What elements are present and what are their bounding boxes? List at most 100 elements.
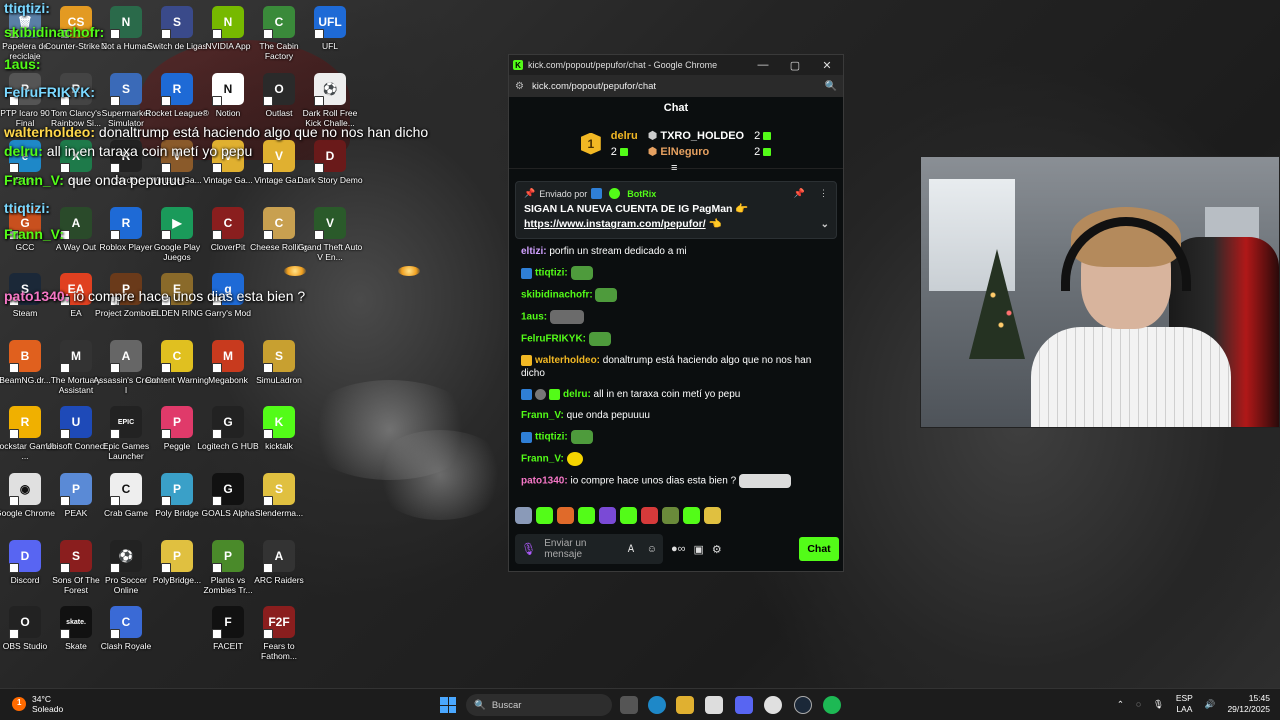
site-info-icon[interactable]: ⚙	[515, 81, 524, 92]
store-icon[interactable]	[705, 696, 723, 714]
emote-frog-icon	[595, 288, 618, 302]
emote-button[interactable]	[683, 507, 700, 524]
start-button-icon[interactable]	[440, 697, 456, 713]
chevron-up-icon[interactable]: ⌃	[1117, 699, 1124, 710]
emote-button[interactable]	[578, 507, 595, 524]
edge-icon[interactable]	[648, 696, 666, 714]
chat-username[interactable]: 1aus:	[521, 312, 547, 323]
emote-button[interactable]	[599, 507, 616, 524]
users-icon[interactable]: ●∞	[671, 543, 686, 555]
chat-message[interactable]: 1aus:	[521, 310, 831, 324]
chat-username[interactable]: ttiqtizi:	[535, 432, 568, 443]
chat-message[interactable]: skibidinachofr:	[521, 288, 831, 302]
app-icon: skate.	[60, 606, 92, 639]
unpin-icon[interactable]: 📌	[794, 188, 805, 199]
chat-message[interactable]: pato1340: io compre hace unos dias esta …	[521, 474, 831, 488]
chat-username[interactable]: skibidinachofr:	[521, 290, 593, 301]
overlay-chat-user: ttiqtizi:	[4, 0, 50, 16]
chat-input-placeholder[interactable]: Enviar un mensaje	[544, 538, 624, 560]
title-bar[interactable]: K kick.com/popout/pepufor/chat - Google …	[509, 55, 843, 75]
chat-username[interactable]: FelruFRIKYK:	[521, 334, 586, 345]
chat-username[interactable]: Frann_V:	[521, 454, 564, 465]
emote-button[interactable]	[536, 507, 553, 524]
webcam-tree-lights	[981, 277, 1021, 337]
language-indicator[interactable]: ESP LAA	[1176, 693, 1193, 715]
chat-username[interactable]: eltizi:	[521, 246, 547, 257]
chat-message-list[interactable]: eltizi: porfin un stream dedicado a mi tt…	[509, 245, 843, 488]
address-bar[interactable]: ⚙ kick.com/popout/pepufor/chat 🔍	[509, 75, 843, 97]
gift-icon[interactable]: ▣	[694, 543, 704, 556]
leader-third-name[interactable]: ElNeguro	[660, 146, 709, 158]
chat-message[interactable]: eltizi: porfin un stream dedicado a mi	[521, 245, 831, 258]
clock[interactable]: 15:45 29/12/2025	[1227, 693, 1270, 715]
chat-message[interactable]: walterholdeo: donaltrump está haciendo a…	[521, 354, 831, 380]
chat-username[interactable]: Frann_V:	[521, 410, 564, 421]
pinned-sender[interactable]: BotRix	[627, 189, 656, 199]
chat-message[interactable]: Frann_V:	[521, 452, 831, 466]
chat-username[interactable]: ttiqtizi:	[535, 268, 568, 279]
desktop-icon[interactable]: S SimuLadron	[246, 340, 312, 385]
close-button[interactable]: ✕	[811, 59, 843, 72]
mic-icon[interactable]: 🎙	[521, 542, 536, 556]
minimize-button[interactable]: —	[747, 59, 779, 72]
translate-icon[interactable]: Ꭺ	[628, 544, 635, 555]
chat-message[interactable]: delru: all in en taraxa coin metí yo pep…	[521, 388, 831, 401]
volume-icon[interactable]: 🔊	[1205, 699, 1216, 710]
emote-button[interactable]	[704, 507, 721, 524]
spotify-icon[interactable]	[823, 696, 841, 714]
desktop-icon[interactable]: D Dark Story Demo	[297, 140, 363, 185]
steam-icon[interactable]	[794, 696, 812, 714]
chevron-down-icon[interactable]: ⌄	[821, 217, 829, 232]
search-placeholder[interactable]: Buscar	[492, 700, 522, 711]
chat-username[interactable]: pato1340:	[521, 476, 568, 487]
pinned-link[interactable]: https://www.instagram.com/pepufor/	[524, 218, 706, 230]
send-chat-button[interactable]: Chat	[799, 537, 839, 561]
task-view-icon[interactable]	[620, 696, 638, 714]
chat-message[interactable]: Frann_V: que onda pepuuuu	[521, 409, 831, 422]
desktop-icon[interactable]: S Slenderma...	[246, 473, 312, 518]
pinned-message[interactable]: 📌 Enviado por BotRix 📌 ⋮ SIGAN LA NUEVA …	[515, 181, 837, 239]
grey-badge-icon	[535, 388, 546, 400]
desktop-icon[interactable]: A ARC Raiders	[246, 540, 312, 585]
chat-username[interactable]: walterholdeo:	[535, 355, 600, 366]
emote-button[interactable]	[515, 507, 532, 524]
desktop-icon[interactable]: C Clash Royale	[93, 606, 159, 651]
chat-message[interactable]: ttiqtizi:	[521, 430, 831, 444]
emote-button[interactable]	[662, 507, 679, 524]
desktop-icon[interactable]: F2F Fears to Fathom...	[246, 606, 312, 661]
file-explorer-icon[interactable]	[676, 696, 694, 714]
leader-first-name[interactable]: delru	[611, 130, 638, 142]
desktop-icon[interactable]: V Grand Theft Auto V En...	[297, 207, 363, 262]
network-icon[interactable]: ◌	[1136, 699, 1141, 709]
leader-second-name[interactable]: TXRO_HOLDEO	[660, 130, 744, 142]
verified-badge-icon	[609, 188, 621, 199]
emote-button[interactable]	[620, 507, 637, 524]
expand-leaderboard-icon[interactable]: ≡	[671, 162, 677, 174]
chat-message[interactable]: FelruFRIKYK:	[521, 332, 831, 346]
chat-input[interactable]: 🎙 Enviar un mensaje Ꭺ ☺	[515, 534, 663, 564]
taskbar-search[interactable]: 🔍 Buscar	[466, 694, 612, 716]
kick-badge-icon	[521, 431, 532, 443]
zoom-icon[interactable]: 🔍	[825, 81, 837, 92]
app-icon: C	[263, 207, 295, 240]
chat-username[interactable]: delru:	[563, 389, 591, 400]
emote-button[interactable]	[557, 507, 574, 524]
weather-widget[interactable]: 34°C Soleado	[12, 694, 63, 714]
rank-one-badge-icon: 1	[580, 132, 601, 155]
microphone-icon[interactable]: 🎙	[1153, 699, 1164, 710]
discord-icon[interactable]	[735, 696, 753, 714]
app-icon: P	[161, 406, 193, 439]
webcam-shirt	[1031, 327, 1231, 427]
chat-message[interactable]: ttiqtizi:	[521, 266, 831, 280]
maximize-button[interactable]: ▢	[779, 59, 811, 72]
more-options-icon[interactable]: ⋮	[819, 188, 828, 199]
gear-icon[interactable]: ⚙	[712, 543, 722, 556]
chat-text: que onda pepuuuu	[563, 410, 650, 421]
emote-button[interactable]	[641, 507, 658, 524]
url-text[interactable]: kick.com/popout/pepufor/chat	[532, 81, 656, 92]
desktop-icon[interactable]: Kkicktalk	[246, 406, 312, 451]
kick-badge-icon	[521, 267, 532, 279]
emoji-icon[interactable]: ☺	[647, 544, 657, 555]
chrome-icon[interactable]	[764, 696, 782, 714]
desktop-icon[interactable]: UFL UFL	[297, 6, 363, 51]
